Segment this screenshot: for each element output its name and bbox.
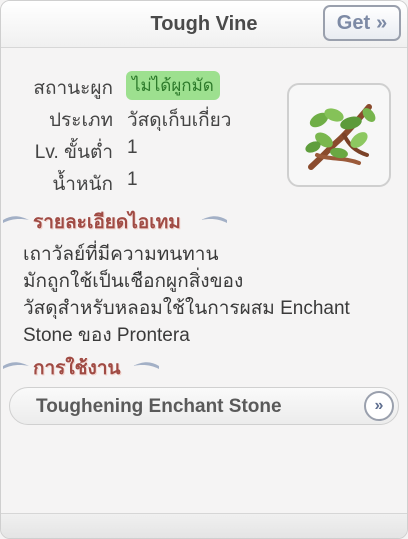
info-row-weight: น้ำหนัก 1 bbox=[1, 169, 271, 201]
item-info: สถานะผูก ไม่ได้ผูกมัด ประเภท วัสดุเก็บเก… bbox=[1, 71, 271, 201]
usage-item-row[interactable]: Toughening Enchant Stone » bbox=[9, 387, 399, 425]
details-title: รายละเอียดไอเทม bbox=[33, 212, 181, 233]
info-row-level: Lv. ขั้นต่ำ 1 bbox=[1, 137, 271, 169]
item-icon-frame bbox=[287, 83, 391, 187]
description-line: มักถูกใช้เป็นเชือกผูกสิ่งของ bbox=[23, 271, 244, 292]
weight-value: 1 bbox=[127, 169, 138, 190]
double-chevron-right-icon[interactable]: » bbox=[364, 391, 394, 421]
get-button-label: Get bbox=[336, 11, 371, 34]
binding-label: สถานะผูก bbox=[33, 78, 113, 99]
description-line: วัสดุสำหรับหลอมใช้ในการผสม Enchant bbox=[23, 298, 350, 319]
bottom-strip bbox=[1, 513, 407, 538]
vine-leaves-icon bbox=[305, 104, 376, 170]
info-row-binding: สถานะผูก ไม่ได้ผูกมัด bbox=[1, 71, 271, 105]
type-label: ประเภท bbox=[48, 110, 113, 131]
get-button[interactable]: Get » bbox=[323, 5, 401, 41]
type-value: วัสดุเก็บเกี่ยว bbox=[127, 110, 232, 131]
weight-label: น้ำหนัก bbox=[52, 174, 113, 195]
wing-right-icon bbox=[201, 216, 227, 223]
description-line: เถาวัลย์ที่มีความทนทาน bbox=[23, 244, 219, 265]
details-header: รายละเอียดไอเทม bbox=[1, 207, 407, 233]
level-value: 1 bbox=[127, 137, 138, 158]
wing-left-icon bbox=[3, 216, 29, 223]
level-label: Lv. ขั้นต่ำ bbox=[34, 142, 113, 163]
item-tooltip-panel: Tough Vine Get » สถานะผูก ไม่ได้ผูกมัด ป… bbox=[0, 0, 408, 539]
binding-badge: ไม่ได้ผูกมัด bbox=[126, 71, 220, 100]
wing-right-icon bbox=[133, 362, 159, 369]
info-row-type: ประเภท วัสดุเก็บเกี่ยว bbox=[1, 105, 271, 137]
item-description: เถาวัลย์ที่มีความทนทาน มักถูกใช้เป็นเชือ… bbox=[23, 241, 393, 349]
usage-header: การใช้งาน bbox=[1, 353, 407, 379]
header-bar: Tough Vine Get » bbox=[1, 1, 407, 48]
usage-title: การใช้งาน bbox=[33, 358, 121, 379]
double-chevron-right-icon: » bbox=[376, 11, 388, 34]
wing-left-icon bbox=[3, 362, 29, 369]
usage-item-label: Toughening Enchant Stone bbox=[36, 396, 282, 417]
description-line: Stone ของ Prontera bbox=[23, 325, 190, 346]
